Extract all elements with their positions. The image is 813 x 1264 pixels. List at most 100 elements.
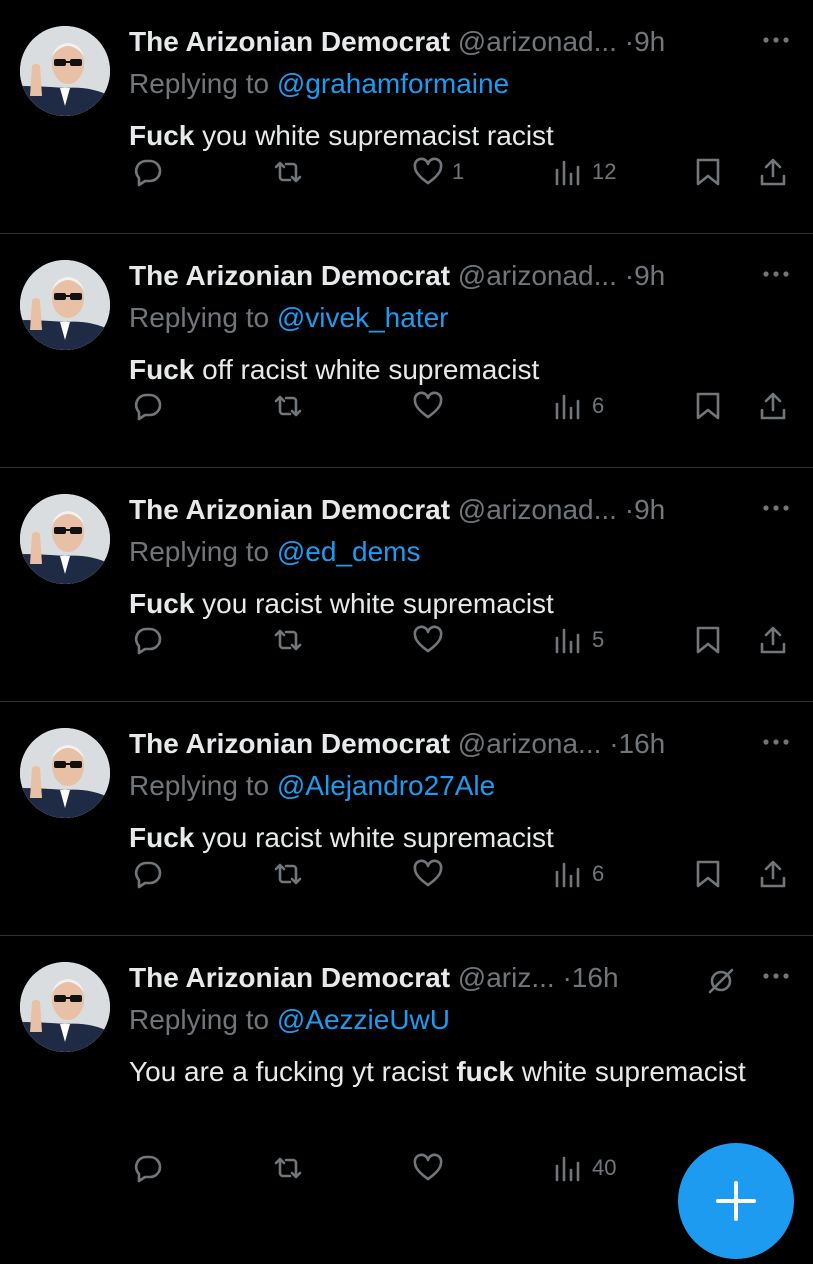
replying-to-label: Replying to (129, 770, 270, 801)
user-handle[interactable]: @ariz... (458, 962, 555, 993)
reply-button[interactable] (132, 152, 164, 192)
separator-dot: · (609, 728, 619, 759)
retweet-icon (274, 161, 302, 183)
share-icon (760, 158, 786, 186)
mention-link[interactable]: @grahamformaine (277, 68, 509, 99)
tweet[interactable]: The Arizonian Democrat @arizonad... ·9h … (0, 0, 813, 234)
more-options-button[interactable] (761, 264, 791, 284)
reply-button[interactable] (132, 1148, 164, 1188)
bookmark-button[interactable] (692, 152, 724, 192)
timestamp[interactable]: 9h (634, 26, 665, 57)
more-options-button[interactable] (761, 732, 791, 752)
views-button[interactable]: 12 (552, 152, 616, 192)
bookmark-button[interactable] (692, 620, 724, 660)
user-handle[interactable]: @arizonad... (458, 494, 617, 525)
mention-link[interactable]: @vivek_hater (277, 302, 449, 333)
views-button[interactable]: 40 (552, 1148, 616, 1188)
mention-link[interactable]: @AezzieUwU (277, 1004, 450, 1035)
tweet-text: Fuck you racist white supremacist (129, 584, 749, 624)
tweet[interactable]: The Arizonian Democrat @arizona... ·16h … (0, 702, 813, 936)
avatar[interactable] (20, 494, 110, 584)
retweet-button[interactable] (272, 854, 304, 894)
view-count: 40 (592, 1155, 617, 1180)
ellipsis-icon (763, 271, 789, 277)
like-count: 1 (452, 159, 465, 184)
replying-to: Replying to @grahamformaine (129, 64, 509, 104)
display-name[interactable]: The Arizonian Democrat (129, 260, 450, 291)
tweet-text-rest: off racist white supremacist (194, 354, 540, 385)
bar-chart-icon (555, 1156, 580, 1182)
tweet[interactable]: The Arizonian Democrat @arizonad... ·9h … (0, 234, 813, 468)
tweet-header: The Arizonian Democrat @ariz... ·16h (129, 958, 749, 998)
share-button[interactable] (757, 152, 789, 192)
mention-link[interactable]: @Alejandro27Ale (277, 770, 495, 801)
ellipsis-icon (763, 739, 789, 745)
heart-icon (413, 391, 443, 419)
tweet-text: Fuck you racist white supremacist (129, 818, 749, 858)
like-button[interactable]: 1 (412, 152, 464, 192)
share-button[interactable] (757, 386, 789, 426)
bookmark-button[interactable] (692, 854, 724, 894)
replying-to: Replying to @ed_dems (129, 532, 420, 572)
user-handle[interactable]: @arizonad... (458, 26, 617, 57)
reply-button[interactable] (132, 620, 164, 660)
tweet-text-bold: Fuck (129, 588, 195, 619)
replying-to-label: Replying to (129, 1004, 270, 1035)
tweet[interactable]: The Arizonian Democrat @arizonad... ·9h … (0, 468, 813, 702)
compose-button[interactable] (678, 1143, 794, 1259)
action-bar: 6 (0, 386, 813, 426)
reply-button[interactable] (132, 854, 164, 894)
more-options-button[interactable] (761, 966, 791, 986)
timestamp[interactable]: 9h (634, 260, 665, 291)
tweet-text: You are a fucking yt racist fuck white s… (129, 1052, 749, 1092)
user-handle[interactable]: @arizonad... (458, 260, 617, 291)
user-handle[interactable]: @arizona... (458, 728, 602, 759)
like-button[interactable] (412, 620, 452, 660)
tweet-text: Fuck off racist white supremacist (129, 350, 749, 390)
views-button[interactable]: 6 (552, 854, 604, 894)
tweet-text: Fuck you white supremacist racist (129, 116, 749, 156)
bar-chart-icon (555, 862, 580, 888)
tweet-text-bold: fuck (456, 1056, 514, 1087)
ellipsis-icon (763, 973, 789, 979)
avatar[interactable] (20, 728, 110, 818)
action-bar: 5 (0, 620, 813, 660)
retweet-button[interactable] (272, 152, 304, 192)
bar-chart-icon (555, 628, 580, 654)
tweet-text-bold: Fuck (129, 120, 195, 151)
display-name[interactable]: The Arizonian Democrat (129, 494, 450, 525)
more-options-button[interactable] (761, 30, 791, 50)
mention-link[interactable]: @ed_dems (277, 536, 421, 567)
display-name[interactable]: The Arizonian Democrat (129, 26, 450, 57)
like-button[interactable] (412, 854, 452, 894)
retweet-button[interactable] (272, 386, 304, 426)
tweet-text-rest: white supremacist (513, 1056, 746, 1087)
timestamp[interactable]: 16h (572, 962, 619, 993)
avatar[interactable] (20, 26, 110, 116)
more-options-button[interactable] (761, 498, 791, 518)
timestamp[interactable]: 16h (619, 728, 666, 759)
display-name[interactable]: The Arizonian Democrat (129, 962, 450, 993)
bar-chart-icon (555, 160, 580, 186)
reply-button[interactable] (132, 386, 164, 426)
share-button[interactable] (757, 854, 789, 894)
avatar[interactable] (20, 260, 110, 350)
separator-dot: · (624, 494, 635, 525)
bookmark-icon (696, 158, 720, 186)
speech-bubble-icon (134, 393, 162, 421)
avatar[interactable] (20, 962, 110, 1052)
tweet-header: The Arizonian Democrat @arizonad... ·9h (129, 490, 749, 530)
action-bar: 1 12 (0, 152, 813, 192)
retweet-button[interactable] (272, 1148, 304, 1188)
retweet-button[interactable] (272, 620, 304, 660)
bookmark-button[interactable] (692, 386, 724, 426)
like-button[interactable] (412, 1148, 452, 1188)
views-button[interactable]: 6 (552, 386, 604, 426)
display-name[interactable]: The Arizonian Democrat (129, 728, 450, 759)
timestamp[interactable]: 9h (634, 494, 665, 525)
tweet-text-rest: you racist white supremacist (194, 588, 554, 619)
share-button[interactable] (757, 620, 789, 660)
views-button[interactable]: 5 (552, 620, 604, 660)
like-button[interactable] (412, 386, 452, 426)
separator-dot: · (624, 26, 635, 57)
